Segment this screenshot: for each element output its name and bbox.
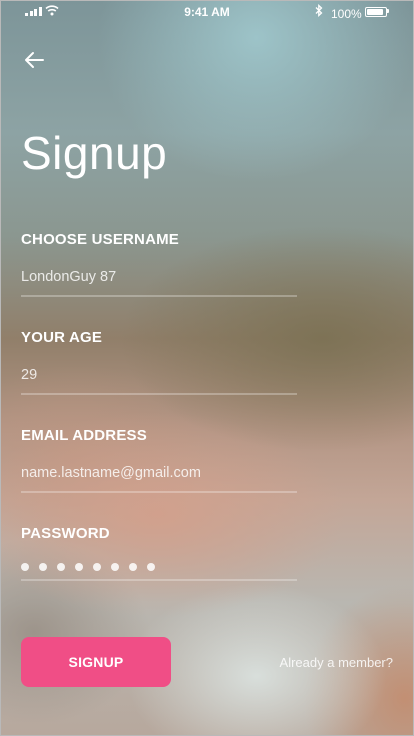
page-title: Signup [21, 127, 168, 179]
password-mask-dot [39, 563, 47, 571]
arrow-left-icon [25, 52, 44, 68]
username-underline [21, 295, 297, 297]
password-mask-dot [57, 563, 65, 571]
password-mask-dot [129, 563, 137, 571]
already-member-link[interactable]: Already a member? [280, 655, 393, 670]
status-bar: 9:41 AM 100% [1, 1, 413, 23]
password-mask-dot [147, 563, 155, 571]
signup-screen: 9:41 AM 100% Signup CHOOSE USERNAME Lond… [0, 0, 414, 736]
password-mask-dot [93, 563, 101, 571]
signup-button[interactable]: SIGNUP [21, 637, 171, 687]
battery-percent: 100% [331, 7, 362, 21]
back-button[interactable] [21, 47, 47, 73]
battery-icon [365, 7, 387, 17]
age-underline [21, 393, 297, 395]
email-input[interactable]: name.lastname@gmail.com [21, 465, 296, 481]
age-input[interactable]: 29 [21, 367, 296, 383]
email-underline [21, 491, 297, 493]
password-input[interactable] [21, 563, 155, 571]
username-label: CHOOSE USERNAME [21, 231, 180, 248]
password-mask-dot [75, 563, 83, 571]
battery-fill [367, 9, 383, 15]
password-mask-dot [21, 563, 29, 571]
battery-tip [387, 9, 389, 13]
password-label: PASSWORD [21, 525, 110, 542]
bluetooth-icon [315, 4, 323, 17]
username-input[interactable]: LondonGuy 87 [21, 269, 296, 285]
age-label: YOUR AGE [21, 329, 103, 346]
password-underline [21, 579, 297, 581]
email-label: EMAIL ADDRESS [21, 427, 147, 444]
password-mask-dot [111, 563, 119, 571]
